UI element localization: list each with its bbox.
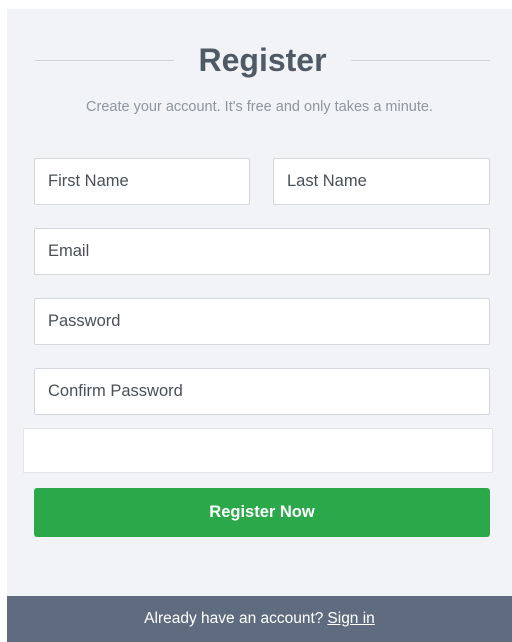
title-row: Register <box>35 35 491 85</box>
footer-bar: Already have an account? Sign in <box>7 596 512 642</box>
password-input[interactable] <box>34 298 490 345</box>
page-subtitle: Create your account. It's free and only … <box>86 99 433 115</box>
last-name-input[interactable] <box>273 158 490 205</box>
title-divider-left <box>35 59 175 61</box>
register-now-button[interactable]: Register Now <box>34 488 490 537</box>
first-name-input[interactable] <box>34 158 250 205</box>
title-divider-right <box>350 59 491 61</box>
footer-prompt: Already have an account? <box>144 610 324 627</box>
email-input[interactable] <box>34 228 490 275</box>
register-card: Register Create your account. It's free … <box>7 9 512 642</box>
sign-in-link[interactable]: Sign in <box>327 610 374 628</box>
captcha-placeholder-box[interactable] <box>23 428 493 473</box>
confirm-password-input[interactable] <box>34 368 490 415</box>
page-title: Register <box>198 42 327 78</box>
